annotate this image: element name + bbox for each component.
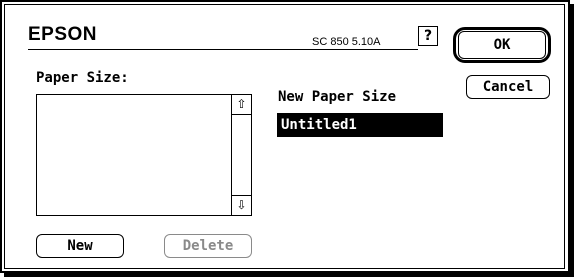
new-paper-size-label: New Paper Size (278, 89, 397, 105)
scroll-down-arrow-icon[interactable]: ⇩ (232, 195, 251, 215)
scroll-up-arrow-icon[interactable]: ⇧ (232, 95, 251, 115)
help-balloon-icon[interactable]: ? (418, 26, 438, 46)
paper-size-label: Paper Size: (36, 70, 129, 86)
new-paper-size-field[interactable] (277, 113, 443, 137)
paper-size-list[interactable]: ⇧ ⇩ (36, 94, 252, 216)
window-shadow-right (570, 4, 574, 275)
delete-button[interactable]: Delete (164, 234, 252, 258)
header-divider (28, 49, 418, 50)
window-shadow-bottom (4, 273, 574, 277)
brand-title: EPSON (28, 24, 98, 45)
new-button[interactable]: New (36, 234, 124, 258)
ok-button[interactable]: OK (458, 31, 546, 59)
version-label: SC 850 5.10A (312, 36, 381, 48)
paper-size-scrollbar[interactable]: ⇧ ⇩ (231, 95, 251, 215)
cancel-button[interactable]: Cancel (466, 75, 550, 99)
